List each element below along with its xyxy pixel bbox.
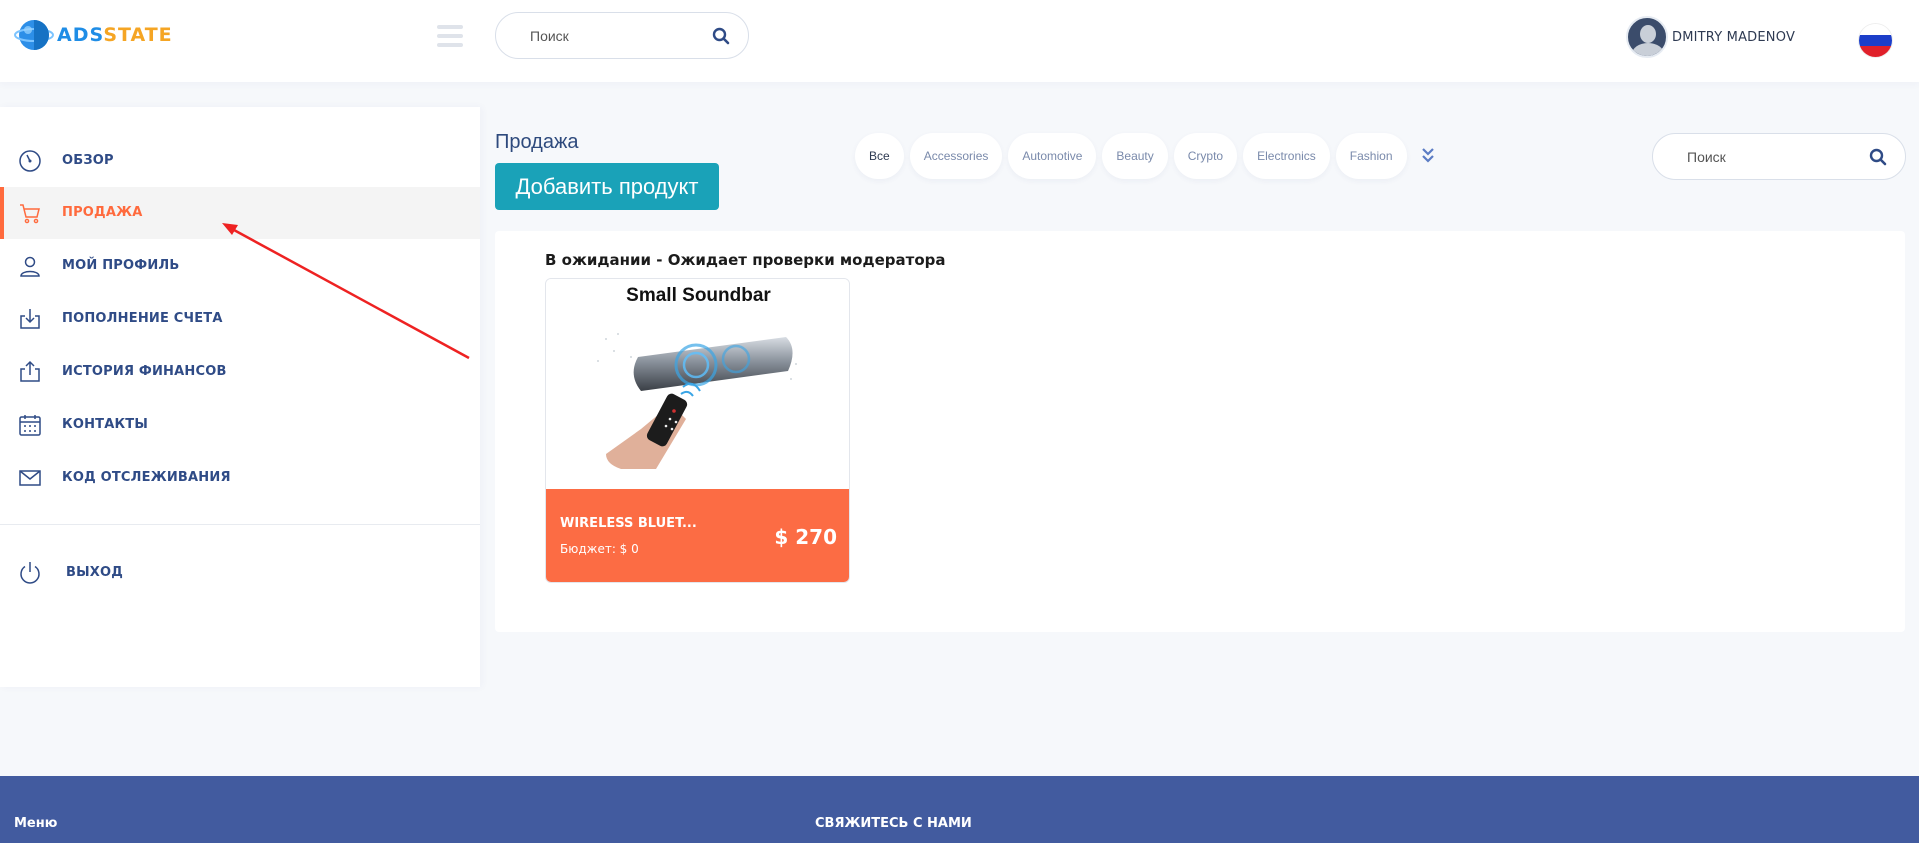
product-card[interactable]: Small Soundbar WIRELESS BLUET... Бюджет:… [545,278,850,583]
product-search-input[interactable] [1687,148,1869,165]
calendar-icon [19,415,41,436]
soundbar-illustration [597,333,797,469]
product-image: Small Soundbar [546,279,849,489]
page-title: Продажа [495,131,579,153]
header-search [495,12,749,59]
category-tab-accessories[interactable]: Accessories [909,133,1003,179]
sidebar-divider [0,524,480,525]
logo-text: ADSSTATE [57,24,173,46]
sidebar-item-label: КОД ОТСЛЕЖИВАНИЯ [62,470,231,485]
download-icon [20,309,40,329]
chevron-double-down-icon[interactable] [1419,145,1437,167]
dashboard-icon [19,150,41,172]
product-card-footer: WIRELESS BLUET... Бюджет: $ 0 $ 270 [546,489,849,582]
sidebar-item-label: КОНТАКТЫ [62,417,149,432]
category-tab-all[interactable]: Все [855,133,904,179]
user-name: DMITRY MADENOV [1672,29,1796,45]
search-icon[interactable] [1869,148,1887,166]
category-tab-electronics[interactable]: Electronics [1243,133,1330,179]
sidebar: ОБЗОР ПРОДАЖА МОЙ ПРОФИЛЬ ПОПОЛНЕНИЕ СЧЕ… [0,107,480,687]
sidebar-item-label: ВЫХОД [66,565,124,580]
cart-icon [20,204,40,224]
product-budget: Бюджет: $ 0 [560,542,639,556]
upload-icon [20,360,40,382]
product-price: $ 270 [774,525,837,549]
product-search [1652,133,1906,180]
user-icon [20,256,40,277]
search-icon[interactable] [712,27,730,45]
power-icon [20,562,40,584]
footer-menu-heading: Меню [14,816,58,831]
top-header: ADSSTATE DMITRY MADENOV [0,0,1919,82]
avatar [1626,16,1668,58]
sidebar-item-logout[interactable]: ВЫХОД [0,547,480,599]
category-tabs: Все Accessories Automotive Beauty Crypto… [855,133,1437,179]
sidebar-item-overview[interactable]: ОБЗОР [0,135,480,187]
sidebar-item-profile[interactable]: МОЙ ПРОФИЛЬ [0,240,480,292]
category-tab-crypto[interactable]: Crypto [1173,133,1238,179]
sidebar-item-label: МОЙ ПРОФИЛЬ [62,258,180,273]
sidebar-item-tracking-code[interactable]: КОД ОТСЛЕЖИВАНИЯ [0,452,480,504]
footer-contact-heading: СВЯЖИТЕСЬ С НАМИ [815,816,972,831]
category-tab-automotive[interactable]: Automotive [1008,133,1097,179]
sidebar-item-label: ОБЗОР [62,153,114,168]
header-search-input[interactable] [530,27,712,44]
sidebar-item-label: ПРОДАЖА [62,205,143,220]
category-tab-beauty[interactable]: Beauty [1102,133,1168,179]
envelope-icon [19,470,41,486]
menu-toggle-icon[interactable] [437,25,463,47]
logo[interactable]: ADSSTATE [14,16,173,54]
user-menu[interactable]: DMITRY MADENOV [1626,16,1795,58]
sidebar-item-label: ПОПОЛНЕНИЕ СЧЕТА [62,311,223,326]
sidebar-item-deposit[interactable]: ПОПОЛНЕНИЕ СЧЕТА [0,293,480,345]
sidebar-item-contacts[interactable]: КОНТАКТЫ [0,399,480,451]
add-product-button[interactable]: Добавить продукт [495,163,719,210]
product-name: WIRELESS BLUET... [560,516,697,531]
category-tab-fashion[interactable]: Fashion [1335,133,1407,179]
sidebar-item-finance-history[interactable]: ИСТОРИЯ ФИНАНСОВ [0,346,480,398]
language-flag-icon[interactable] [1859,24,1892,57]
footer: Меню СВЯЖИТЕСЬ С НАМИ [0,776,1919,843]
section-title: В ожидании - Ожидает проверки модератора [545,251,946,269]
sidebar-item-label: ИСТОРИЯ ФИНАНСОВ [62,364,227,379]
logo-icon [14,20,54,50]
sidebar-item-sales[interactable]: ПРОДАЖА [0,187,480,239]
